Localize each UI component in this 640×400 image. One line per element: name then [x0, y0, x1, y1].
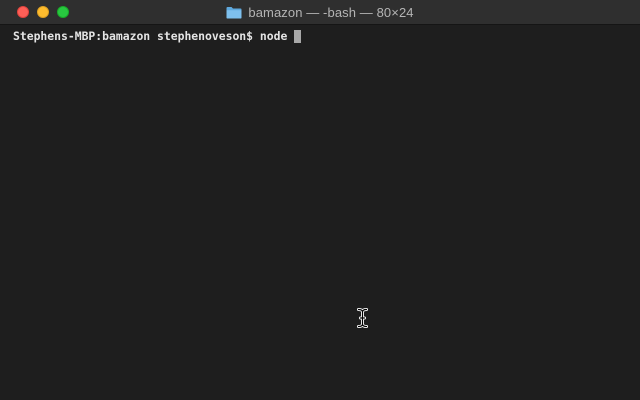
- window-title: bamazon — -bash — 80×24: [248, 4, 414, 20]
- folder-icon: [226, 6, 242, 18]
- title-bar[interactable]: bamazon — -bash — 80×24: [0, 0, 640, 25]
- window-title-group: bamazon — -bash — 80×24: [0, 0, 640, 24]
- shell-prompt: Stephens-MBP:bamazon stephenoveson$: [13, 29, 260, 43]
- typed-command: node: [259, 29, 295, 43]
- prompt-line: Stephens-MBP:bamazon stephenoveson$ node: [13, 28, 302, 44]
- terminal-content[interactable]: Stephens-MBP:bamazon stephenoveson$ node: [0, 25, 640, 400]
- block-cursor: [294, 29, 302, 43]
- ibeam-cursor-icon: [357, 308, 368, 328]
- terminal-window: bamazon — -bash — 80×24 Stephens-MBP:bam…: [0, 0, 640, 400]
